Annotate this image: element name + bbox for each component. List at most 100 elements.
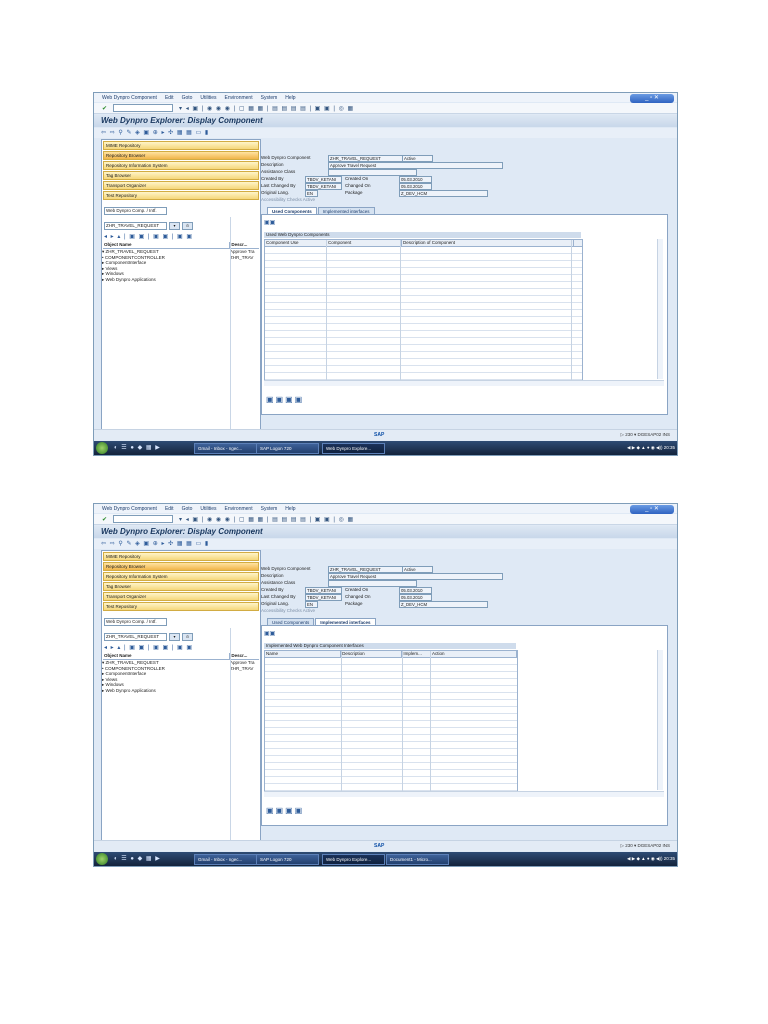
nav-repository-browser[interactable]: Repository Browser (103, 562, 259, 571)
grid-action-buttons[interactable]: ▣▣▣▣ (266, 806, 304, 815)
nav-transport-organizer[interactable]: Transport Organizer (103, 592, 259, 601)
taskbar-item-web-dynpro[interactable]: Web Dynpro Explore... (322, 854, 385, 865)
label-created-by: Created By (261, 587, 284, 592)
package-value: Z_DEV_HCM (399, 601, 488, 608)
used-components-grid[interactable]: Component Use Component Description of C… (264, 239, 583, 381)
label-changed-on: Changed On (345, 594, 371, 599)
nav-tag-browser[interactable]: Tag Browser (103, 171, 259, 180)
accessibility-checkbox[interactable]: Accessibility Checks Active (261, 608, 315, 614)
object-type-select[interactable]: Web Dynpro Comp. / Intf. (104, 618, 167, 626)
taskbar-item-gmail[interactable]: Gmail - Inbox - ngec... (194, 443, 257, 454)
menu-item-component[interactable]: Web Dynpro Component (102, 506, 157, 512)
grid-horizontal-scrollbar[interactable] (264, 380, 664, 386)
description-value: Approve Travel Request (328, 162, 503, 169)
taskbar-item-sap-logon[interactable]: SAP Logon 720 (256, 854, 319, 865)
system-tray[interactable]: ◀ ▶ ◆ ▲ ● ◉ ◀)) 20:35 (627, 443, 675, 453)
object-name-input[interactable]: ZHR_TRAVEL_REQUEST (104, 222, 167, 230)
tab-panel: ▣▣ Implemented Web Dynpro Component Inte… (261, 625, 668, 826)
tree-node-name: ▸ Web Dynpro Applications (102, 687, 156, 693)
window-controls[interactable]: _ ▫ ✕ (630, 94, 674, 103)
tree-toolbar[interactable]: ◂ ▸ ▴ | ▣ ▣ | ▣ ▣ | ▣ ▣ (104, 233, 260, 240)
check-icon[interactable]: ✔ (102, 516, 107, 523)
nav-repository-browser[interactable]: Repository Browser (103, 151, 259, 160)
taskbar-item-web-dynpro[interactable]: Web Dynpro Explore... (322, 443, 385, 454)
implemented-interfaces-grid[interactable]: Name Description Implem... Action (264, 650, 518, 792)
quick-launch-icons[interactable]: ◐ ☰ ● ◆ ▦ ▶ (114, 855, 161, 862)
label-created-by: Created By (261, 176, 284, 181)
menu-item-help[interactable]: Help (285, 506, 295, 512)
created-by-value: TBDV_KETANI (305, 176, 342, 183)
grid-vertical-scrollbar[interactable] (657, 239, 663, 379)
tree-header-desc: Descr... (229, 242, 259, 248)
grid-header-cell[interactable]: Component (327, 240, 402, 246)
menu-item-edit[interactable]: Edit (165, 506, 174, 512)
nav-repository-info-system[interactable]: Repository Information System (103, 572, 259, 581)
dropdown-icon[interactable]: ▾ (169, 222, 180, 230)
taskbar-item-sap-logon[interactable]: SAP Logon 720 (256, 443, 319, 454)
grid-toolbar-icons[interactable]: ▣▣ (264, 630, 275, 637)
start-button[interactable] (96, 442, 108, 454)
status-badge: Active (402, 155, 433, 162)
grid-header-cell[interactable]: Description of Component (402, 240, 574, 246)
command-field[interactable] (113, 515, 174, 523)
window-controls[interactable]: _ ▫ ✕ (630, 505, 674, 514)
menu-item-environment[interactable]: Environment (225, 95, 253, 101)
check-icon[interactable]: ✔ (102, 105, 107, 112)
system-info[interactable]: ▷ 230 ▾ DGESAP02 INS (621, 843, 671, 849)
display-icon[interactable]: ⊙ (182, 222, 193, 230)
nav-test-repository[interactable]: Test Repository (103, 602, 259, 611)
tree-header: Object Name Descr... (103, 653, 259, 660)
nav-transport-organizer[interactable]: Transport Organizer (103, 181, 259, 190)
menu-item-edit[interactable]: Edit (165, 95, 174, 101)
grid-header-cell[interactable]: Description (341, 651, 403, 657)
accessibility-checkbox[interactable]: Accessibility Checks Active (261, 197, 315, 203)
grid-header-cell[interactable]: Name (265, 651, 342, 657)
grid-horizontal-scrollbar[interactable] (264, 791, 664, 797)
display-icon[interactable]: ⊙ (182, 633, 193, 641)
tree-toolbar[interactable]: ◂ ▸ ▴ | ▣ ▣ | ▣ ▣ | ▣ ▣ (104, 644, 260, 651)
grid-vertical-scrollbar[interactable] (657, 650, 663, 790)
grid-header-cell[interactable]: Action (431, 651, 517, 657)
tab-panel: ▣▣ Used Web Dynpro Components Component … (261, 214, 668, 415)
application-toolbar[interactable]: ⇦ ⇨ ⚲ ✎ ◈ ▣ ⊕ ▸ ✣ ▦ ▦ ▭ ▮ (94, 539, 677, 549)
taskbar-item-word-document[interactable]: Document1 - Micro... (386, 854, 449, 865)
nav-repository-info-system[interactable]: Repository Information System (103, 161, 259, 170)
nav-mime-repository[interactable]: MIME Repository (103, 141, 259, 150)
grid-action-buttons[interactable]: ▣▣▣▣ (266, 395, 304, 404)
tree-node[interactable]: ▸ Web Dynpro Applications (102, 277, 260, 283)
menu-item-goto[interactable]: Goto (182, 95, 193, 101)
grid-toolbar-icons[interactable]: ▣▣ (264, 219, 275, 226)
application-toolbar[interactable]: ⇦ ⇨ ⚲ ✎ ◈ ▣ ⊕ ▸ ✣ ▦ ▦ ▭ ▮ (94, 128, 677, 138)
toolbar-icons[interactable]: ▾ ◂ ▣ | ◉ ◉ ◉ | ▢ ▦ ▦ | ▤ ▤ ▤ ▤ | ▣ ▣ | … (179, 105, 354, 112)
grid-header-cell[interactable]: Component Use (265, 240, 327, 246)
taskbar-item-gmail[interactable]: Gmail - Inbox - ngec... (194, 854, 257, 865)
status-bar: SAP ▷ 230 ▾ DGESAP02 INS (94, 840, 677, 851)
menu-item-environment[interactable]: Environment (225, 506, 253, 512)
nav-mime-repository[interactable]: MIME Repository (103, 552, 259, 561)
system-tray[interactable]: ◀ ▶ ◆ ▲ ● ◉ ◀)) 20:35 (627, 854, 675, 864)
grid-header-cell[interactable]: Implem... (402, 651, 432, 657)
quick-launch-icons[interactable]: ◐ ☰ ● ◆ ▦ ▶ (114, 444, 161, 451)
menu-bar: Web Dynpro Component Edit Goto Utilities… (94, 93, 677, 102)
menu-item-goto[interactable]: Goto (182, 506, 193, 512)
nav-tag-browser[interactable]: Tag Browser (103, 582, 259, 591)
start-button[interactable] (96, 853, 108, 865)
tree-node[interactable]: ▸ Web Dynpro Applications (102, 688, 260, 694)
tree-column-divider (230, 628, 231, 840)
screenshot-used-components: Web Dynpro Component Edit Goto Utilities… (93, 92, 678, 456)
object-name-input[interactable]: ZHR_TRAVEL_REQUEST (104, 633, 167, 641)
nav-test-repository[interactable]: Test Repository (103, 191, 259, 200)
menu-item-system[interactable]: System (261, 506, 278, 512)
windows-taskbar: ◐ ☰ ● ◆ ▦ ▶ Gmail - Inbox - ngec... SAP … (94, 852, 677, 866)
system-info[interactable]: ▷ 230 ▾ DGESAP02 INS (621, 432, 671, 438)
menu-item-utilities[interactable]: Utilities (200, 95, 216, 101)
menu-item-utilities[interactable]: Utilities (200, 506, 216, 512)
menu-item-system[interactable]: System (261, 95, 278, 101)
dropdown-icon[interactable]: ▾ (169, 633, 180, 641)
object-type-select[interactable]: Web Dynpro Comp. / Intf. (104, 207, 167, 215)
command-field[interactable] (113, 104, 174, 112)
menu-item-component[interactable]: Web Dynpro Component (102, 95, 157, 101)
label-wdc: Web Dynpro Component (261, 155, 311, 160)
menu-item-help[interactable]: Help (285, 95, 295, 101)
toolbar-icons[interactable]: ▾ ◂ ▣ | ◉ ◉ ◉ | ▢ ▦ ▦ | ▤ ▤ ▤ ▤ | ▣ ▣ | … (179, 516, 354, 523)
